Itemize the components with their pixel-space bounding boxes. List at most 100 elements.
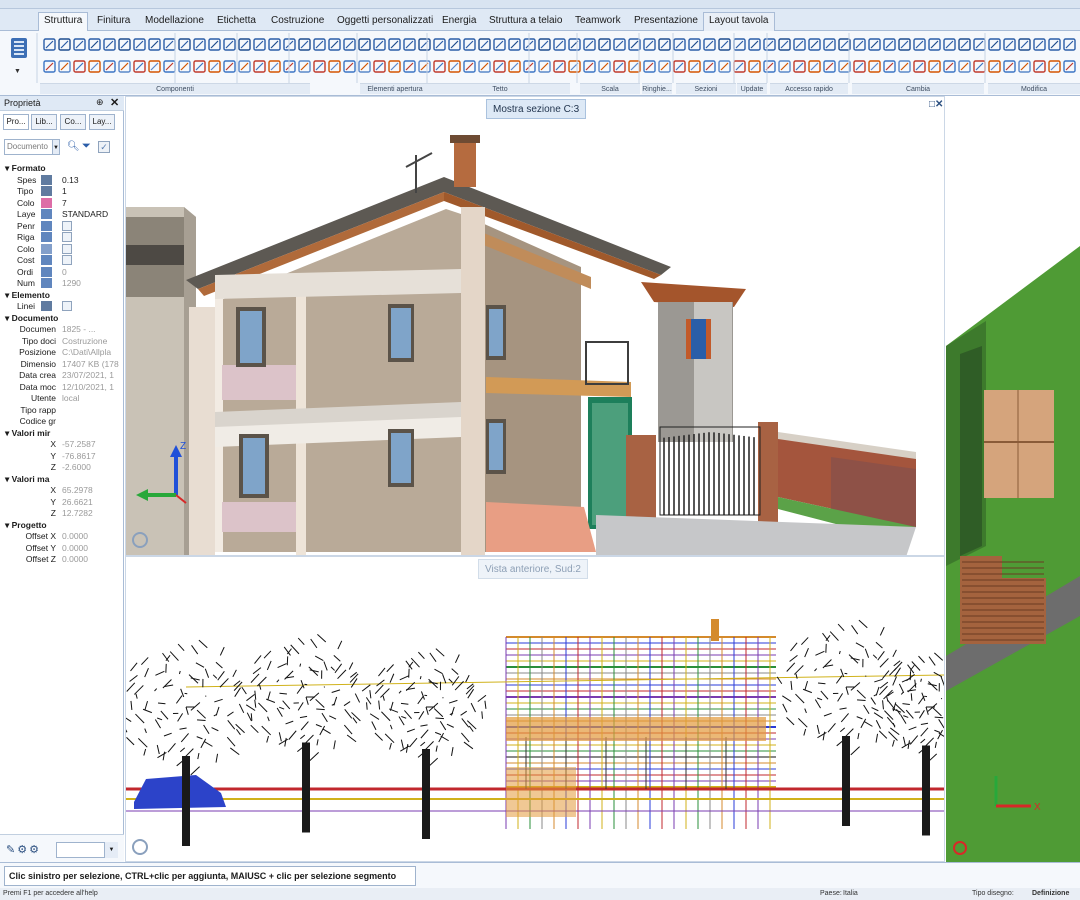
navigation-icon[interactable] bbox=[132, 839, 148, 855]
tab-etichetta[interactable]: Etichetta bbox=[212, 13, 261, 31]
formato-row[interactable]: Penr bbox=[0, 220, 124, 232]
view-window-controls[interactable]: □✕ bbox=[929, 99, 943, 110]
formato-row[interactable]: Laye STANDARD bbox=[0, 208, 124, 220]
formato-row[interactable]: Num 1290 bbox=[0, 277, 124, 289]
property-value[interactable]: 1290 bbox=[62, 277, 122, 289]
chevron-down-icon[interactable]: ▼ bbox=[14, 68, 21, 75]
documento-row[interactable]: Data moc 12/10/2021, 1 bbox=[0, 381, 124, 393]
property-checkbox[interactable] bbox=[62, 220, 72, 231]
section-elemento[interactable]: ▾ Elemento bbox=[0, 289, 124, 301]
tab-energia[interactable]: Energia bbox=[437, 13, 481, 31]
documento-row[interactable]: Tipo rapp bbox=[0, 404, 124, 416]
property-value[interactable]: -76.8617 bbox=[62, 450, 122, 462]
view-label-front[interactable]: Vista anteriore, Sud:2 bbox=[478, 559, 588, 579]
formato-row[interactable]: Ordi 0 bbox=[0, 266, 124, 278]
property-value[interactable]: 0.13 bbox=[62, 174, 122, 186]
property-value[interactable]: -57.2587 bbox=[62, 438, 122, 450]
documento-row[interactable]: Data crea 23/07/2021, 1 bbox=[0, 369, 124, 381]
property-checkbox[interactable] bbox=[62, 301, 72, 311]
tab-teamwork[interactable]: Teamwork bbox=[570, 13, 626, 31]
property-value[interactable]: 0.0000 bbox=[62, 542, 122, 554]
min-row[interactable]: Z -2.6000 bbox=[0, 461, 124, 473]
formato-row[interactable]: Colo 7 bbox=[0, 197, 124, 209]
property-value[interactable]: 26.6621 bbox=[62, 496, 122, 508]
max-row[interactable]: X 65.2978 bbox=[0, 484, 124, 496]
section-valori-max[interactable]: ▾ Valori ma bbox=[0, 473, 124, 485]
property-value[interactable]: 23/07/2021, 1 bbox=[62, 369, 122, 381]
viewport-3d-section[interactable]: Z Mostra sezione C:3 □✕ bbox=[125, 96, 945, 556]
tab-costruzione[interactable]: Costruzione bbox=[266, 13, 329, 31]
documento-row[interactable]: Dimensio 17407 KB (178 bbox=[0, 358, 124, 370]
drawing-type-value[interactable]: Definizione bbox=[1032, 888, 1069, 900]
viewport-front-elevation[interactable]: Vista anteriore, Sud:2 bbox=[125, 556, 945, 862]
documento-row[interactable]: Codice gr bbox=[0, 415, 124, 427]
tab-layout-tavola[interactable]: Layout tavola bbox=[703, 12, 775, 32]
tab-finitura[interactable]: Finitura bbox=[92, 13, 135, 31]
documento-row[interactable]: Posizione C:\Dati\Allpla bbox=[0, 346, 124, 358]
tab-modellazione[interactable]: Modellazione bbox=[140, 13, 209, 31]
palette-tab-connect[interactable]: Co... bbox=[60, 114, 86, 130]
application-menu-icon[interactable] bbox=[8, 36, 30, 60]
pin-icon[interactable]: ⊕ bbox=[96, 97, 104, 108]
viewport-plan[interactable]: X bbox=[946, 96, 1080, 862]
svg-text:Z: Z bbox=[180, 441, 186, 452]
section-documento[interactable]: ▾ Documento bbox=[0, 312, 124, 324]
palette-tab-library[interactable]: Lib... bbox=[31, 114, 57, 130]
property-value[interactable]: 12.7282 bbox=[62, 507, 122, 519]
chevron-down-icon[interactable]: ▼ bbox=[104, 842, 118, 858]
format-tools-icons[interactable]: ✎⚙⚙ bbox=[6, 843, 41, 856]
property-value[interactable]: 17407 KB (178 bbox=[62, 358, 122, 370]
palette-tab-properties[interactable]: Pro... bbox=[3, 114, 29, 130]
formato-row[interactable]: Tipo 1 bbox=[0, 185, 124, 197]
property-icon bbox=[41, 255, 52, 265]
navigation-icon[interactable] bbox=[132, 532, 148, 548]
section-progetto[interactable]: ▾ Progetto bbox=[0, 519, 124, 531]
property-value[interactable]: 0.0000 bbox=[62, 553, 122, 565]
section-formato[interactable]: ▾ Formato bbox=[0, 162, 124, 174]
property-value[interactable]: 1 bbox=[62, 185, 122, 197]
formato-row[interactable]: Cost bbox=[0, 254, 124, 266]
property-checkbox[interactable] bbox=[62, 232, 72, 242]
palette-tab-layers[interactable]: Lay... bbox=[89, 114, 115, 130]
tab-presentazione[interactable]: Presentazione bbox=[629, 13, 703, 31]
property-value[interactable]: 7 bbox=[62, 197, 122, 209]
documento-row[interactable]: Tipo doci Costruzione bbox=[0, 335, 124, 347]
view-label-section[interactable]: Mostra sezione C:3 bbox=[486, 99, 587, 119]
property-value[interactable]: 0 bbox=[62, 266, 122, 278]
checkbox-icon[interactable]: ✓ bbox=[98, 141, 110, 153]
max-row[interactable]: Z 12.7282 bbox=[0, 507, 124, 519]
filter-icon[interactable]: ⏷ bbox=[82, 140, 91, 153]
property-checkbox[interactable] bbox=[62, 243, 72, 254]
progetto-row[interactable]: Offset Y 0.0000 bbox=[0, 542, 124, 554]
documento-row[interactable]: Documen 1825 - ... bbox=[0, 323, 124, 335]
formato-row[interactable]: Colo bbox=[0, 243, 124, 255]
property-value[interactable]: STANDARD bbox=[62, 208, 122, 220]
property-checkbox[interactable] bbox=[62, 255, 72, 265]
property-value[interactable]: 12/10/2021, 1 bbox=[62, 381, 122, 393]
tab-struttura-a-telaio[interactable]: Struttura a telaio bbox=[484, 13, 567, 31]
formato-row[interactable]: Spes 0.13 bbox=[0, 174, 124, 186]
documento-row[interactable]: Utente local bbox=[0, 392, 124, 404]
progetto-row[interactable]: Offset Z 0.0000 bbox=[0, 553, 124, 565]
property-value[interactable]: local bbox=[62, 392, 122, 404]
section-valori-min[interactable]: ▾ Valori mir bbox=[0, 427, 124, 439]
min-row[interactable]: X -57.2587 bbox=[0, 438, 124, 450]
max-row[interactable]: Y 26.6621 bbox=[0, 496, 124, 508]
property-value[interactable]: 65.2978 bbox=[62, 484, 122, 496]
tab-oggetti-personalizzati[interactable]: Oggetti personalizzati bbox=[332, 13, 438, 31]
search-icon[interactable]: 🔍︎ bbox=[67, 141, 80, 152]
tab-struttura[interactable]: Struttura bbox=[38, 12, 89, 32]
property-value[interactable]: 0.0000 bbox=[62, 530, 122, 542]
elemento-row[interactable]: Linei bbox=[0, 300, 124, 312]
property-value[interactable]: Costruzione bbox=[62, 335, 122, 347]
formato-row[interactable]: Riga bbox=[0, 231, 124, 243]
min-row[interactable]: Y -76.8617 bbox=[0, 450, 124, 462]
chevron-down-icon[interactable]: ▼ bbox=[52, 139, 60, 155]
property-value[interactable]: -2.6000 bbox=[62, 461, 122, 473]
ribbon-tool-icons[interactable] bbox=[0, 31, 1080, 83]
country-value[interactable]: Italia bbox=[843, 888, 858, 900]
property-value[interactable]: 1825 - ... bbox=[62, 323, 122, 335]
property-value[interactable]: C:\Dati\Allpla bbox=[62, 346, 122, 358]
close-icon[interactable]: ✕ bbox=[110, 96, 119, 109]
progetto-row[interactable]: Offset X 0.0000 bbox=[0, 530, 124, 542]
